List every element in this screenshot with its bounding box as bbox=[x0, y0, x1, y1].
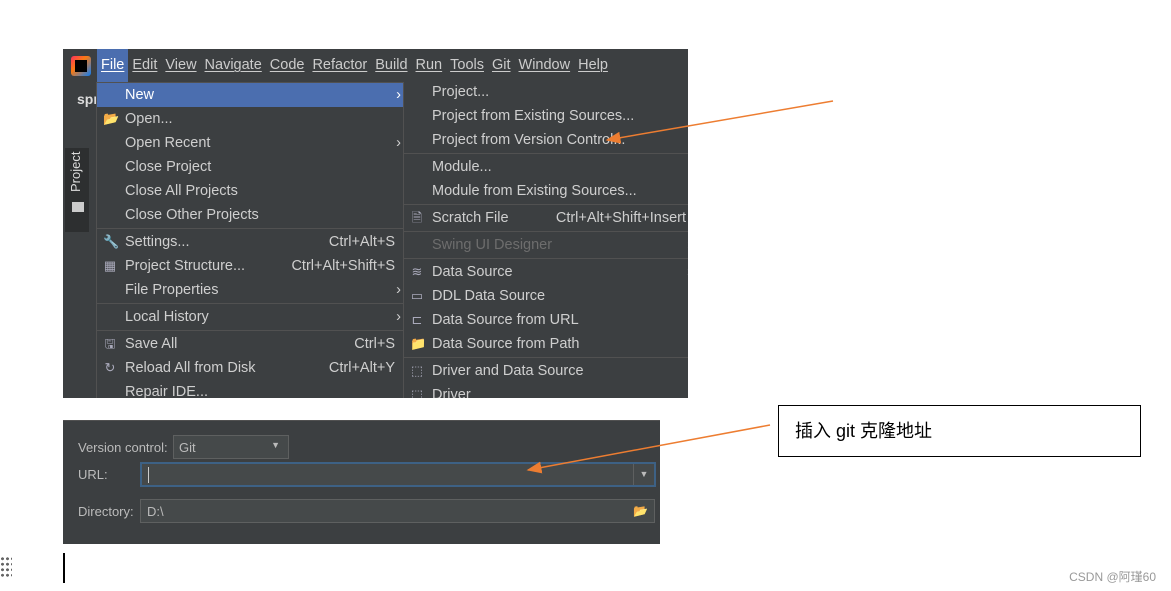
text-cursor bbox=[63, 553, 65, 583]
annotation-arrows bbox=[526, 100, 834, 474]
arrow-to-version-control bbox=[605, 100, 834, 144]
drag-handle-icon[interactable] bbox=[0, 556, 12, 578]
arrow-to-url-field bbox=[526, 424, 771, 474]
watermark: CSDN @阿瑾60 bbox=[1069, 570, 1156, 584]
